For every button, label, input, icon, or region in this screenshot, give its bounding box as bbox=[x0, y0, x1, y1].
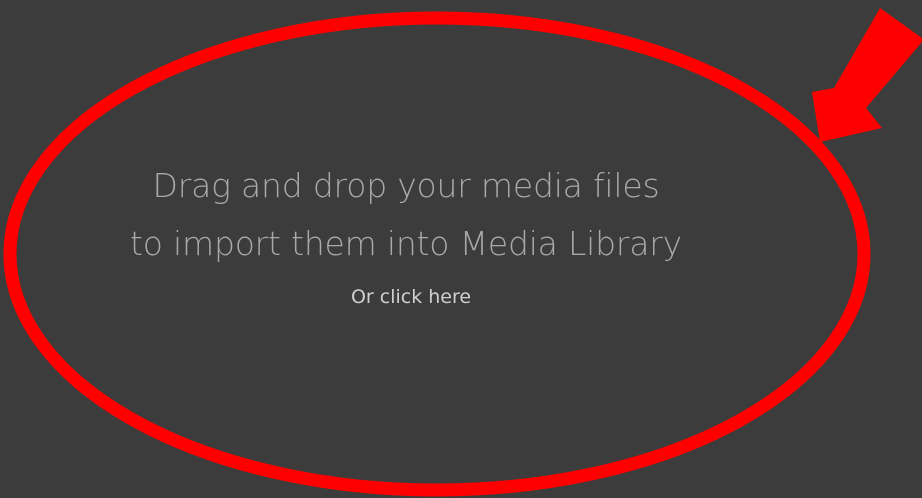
drop-instructions: Drag and drop your media files to import… bbox=[0, 157, 812, 273]
drop-instructions-line-2: to import them into Media Library bbox=[130, 224, 682, 263]
drop-instructions-line-1: Drag and drop your media files bbox=[152, 166, 660, 205]
click-here-link[interactable]: Or click here bbox=[0, 285, 822, 309]
media-library-import-area: Drag and drop your media files to import… bbox=[0, 0, 922, 498]
media-drop-zone[interactable]: Drag and drop your media files to import… bbox=[0, 0, 922, 498]
